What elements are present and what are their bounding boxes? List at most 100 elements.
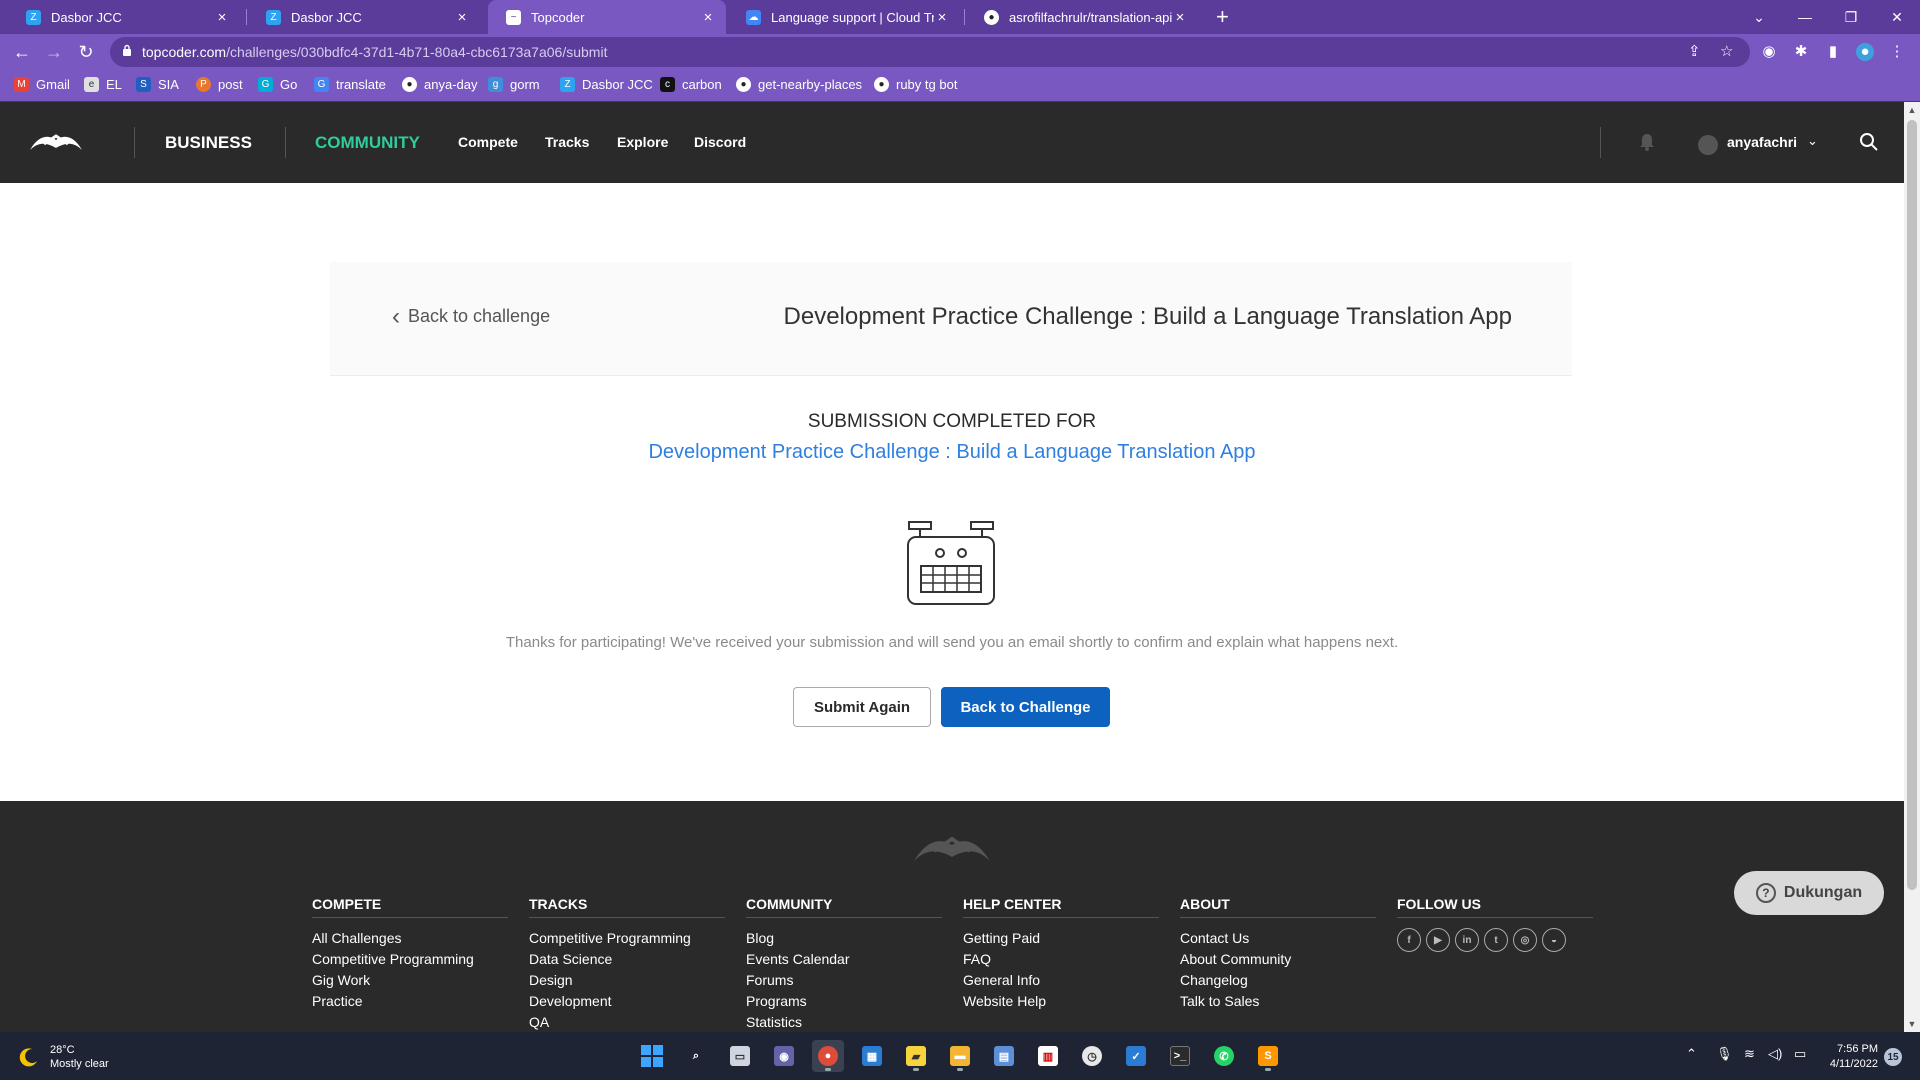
share-icon[interactable]: ⇪ [1688,42,1701,60]
close-icon[interactable]: × [214,9,230,26]
whatsapp-app[interactable]: ✆ [1208,1040,1240,1072]
weather-widget[interactable]: 28°C Mostly clear [18,1043,109,1071]
instagram-icon[interactable]: ◎ [1513,928,1537,952]
star-icon[interactable]: ☆ [1720,42,1733,60]
tab-language-support[interactable]: ☁ Language support | Cloud Trans × [728,0,960,34]
menu-dots-icon[interactable]: ⋮ [1888,43,1906,61]
footer-link[interactable]: Design [529,970,725,991]
back-to-challenge-link[interactable]: ‹ Back to challenge [392,304,550,328]
puzzle-icon[interactable]: ✱ [1792,43,1810,61]
tab-translation-api[interactable]: ● asrofilfachrulr/translation-api: htt × [966,0,1198,34]
page-scrollbar[interactable]: ▲ ▼ [1904,102,1920,1032]
reload-icon[interactable]: ↻ [74,40,98,64]
footer-link[interactable]: About Community [1180,949,1376,970]
challenge-name-link[interactable]: Development Practice Challenge : Build a… [0,441,1904,464]
clock-app[interactable]: ◷ [1076,1040,1108,1072]
notification-badge[interactable]: 15 [1884,1048,1902,1066]
footer-link[interactable]: Practice [312,991,508,1012]
bookmark-gorm[interactable]: g gorm [488,77,540,92]
close-icon[interactable]: × [454,9,470,26]
file-explorer-app[interactable]: ▬ [944,1040,976,1072]
remote-desktop-app[interactable]: ▤ [988,1040,1020,1072]
taskbar-search[interactable]: ⌕ [680,1040,712,1072]
nav-explore[interactable]: Explore [617,134,668,150]
tab-dasbor-jcc-1[interactable]: Z Dasbor JCC × [8,0,240,34]
support-button[interactable]: ? Dukungan [1734,871,1884,915]
bookmark-gmail[interactable]: M Gmail [14,77,70,92]
username[interactable]: anyafachri [1727,134,1797,150]
footer-link[interactable]: Blog [746,928,942,949]
microphone-icon[interactable]: 🎙 [1716,1046,1733,1062]
back-to-challenge-button[interactable]: Back to Challenge [941,687,1110,727]
footer-link[interactable]: Programs [746,991,942,1012]
bookmark-sia[interactable]: S SIA [136,77,179,92]
battery-icon[interactable]: ▭ [1794,1046,1806,1062]
minimize-button[interactable]: — [1782,0,1828,34]
footer-link[interactable]: Competitive Programming [529,928,725,949]
youtube-icon[interactable]: ▶ [1426,928,1450,952]
system-clock[interactable]: 7:56 PM 4/11/2022 [1820,1042,1878,1072]
discord-icon[interactable]: ◒ [1542,928,1566,952]
footer-link[interactable]: FAQ [963,949,1159,970]
back-arrow-icon[interactable]: ← [10,40,34,64]
footer-link[interactable]: Development [529,991,725,1012]
footer-link[interactable]: Changelog [1180,970,1376,991]
bell-icon[interactable] [1639,133,1655,151]
submit-again-button[interactable]: Submit Again [793,687,931,727]
scrollbar-thumb[interactable] [1907,120,1917,890]
bookmark-ruby-tg-bot[interactable]: ● ruby tg bot [874,77,957,92]
footer-link[interactable]: Gig Work [312,970,508,991]
sublime-text-app[interactable]: S [1252,1040,1284,1072]
close-icon[interactable]: × [934,9,950,26]
volume-icon[interactable]: ◁) [1768,1046,1782,1062]
sticky-notes-app[interactable]: ▰ [900,1040,932,1072]
nav-discord[interactable]: Discord [694,134,746,150]
footer-link[interactable]: Data Science [529,949,725,970]
footer-link[interactable]: Competitive Programming [312,949,508,970]
new-tab-button[interactable]: + [1216,4,1229,30]
footer-link[interactable]: Statistics [746,1012,942,1032]
nav-community[interactable]: COMMUNITY [315,133,420,153]
nav-tracks[interactable]: Tracks [545,134,589,150]
footer-link[interactable]: General Info [963,970,1159,991]
chrome-app[interactable]: ● [812,1040,844,1072]
forward-arrow-icon[interactable]: → [42,40,66,64]
avatar[interactable] [1698,135,1718,155]
footer-link[interactable]: Talk to Sales [1180,991,1376,1012]
facebook-icon[interactable]: f [1397,928,1421,952]
nav-business[interactable]: BUSINESS [165,133,252,153]
bookmark-carbon[interactable]: c carbon [660,77,722,92]
tab-search-icon[interactable]: ⌄ [1736,0,1782,34]
nav-compete[interactable]: Compete [458,134,518,150]
address-bar[interactable]: topcoder.com/challenges/030bdfc4-37d1-4b… [110,37,1750,67]
bookmark-dasbor-jcc[interactable]: Z Dasbor JCC [560,77,653,92]
footer-link[interactable]: Website Help [963,991,1159,1012]
bookmark-post[interactable]: Ppost [196,77,243,92]
todo-app[interactable]: ✓ [1120,1040,1152,1072]
tab-topcoder[interactable]: ~ Topcoder × [488,0,726,34]
teams-chat-app[interactable]: ◉ [768,1040,800,1072]
twitter-icon[interactable]: t [1484,928,1508,952]
search-icon[interactable] [1859,132,1879,152]
task-view-button[interactable]: ▭ [724,1040,756,1072]
footer-link[interactable]: QA [529,1012,725,1032]
calculator-app[interactable]: ▥ [1032,1040,1064,1072]
footer-link[interactable]: Contact Us [1180,928,1376,949]
close-icon[interactable]: × [1172,9,1188,26]
scroll-up-arrow-icon[interactable]: ▲ [1904,102,1920,118]
topcoder-logo-icon[interactable] [28,130,84,156]
side-panel-icon[interactable]: ▮ [1824,43,1842,61]
extension-avatar-icon[interactable]: ◉ [1760,43,1778,61]
bookmark-get-nearby-places[interactable]: ● get-nearby-places [736,77,862,92]
profile-icon[interactable]: ● [1856,43,1874,61]
chevron-up-icon[interactable]: ⌃ [1686,1046,1697,1062]
wifi-icon[interactable]: ≋ [1744,1046,1755,1062]
start-button[interactable] [636,1040,668,1072]
terminal-app[interactable]: >_ [1164,1040,1196,1072]
footer-link[interactable]: Events Calendar [746,949,942,970]
close-window-button[interactable]: ✕ [1874,0,1920,34]
restore-button[interactable]: ❐ [1828,0,1874,34]
store-app[interactable]: ▦ [856,1040,888,1072]
bookmark-translate[interactable]: Gtranslate [314,77,386,92]
close-icon[interactable]: × [700,9,716,26]
